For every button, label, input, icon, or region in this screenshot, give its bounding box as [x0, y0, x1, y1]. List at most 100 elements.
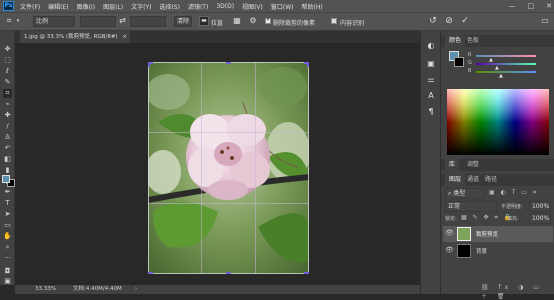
blend-mode-select[interactable]: 正常 — [445, 201, 497, 212]
content-aware-label[interactable]: 内容识别 — [340, 18, 364, 27]
screen-mode-icon[interactable]: ▣ — [3, 277, 12, 286]
layer-filter-select[interactable]: ⌕ 类型 — [445, 188, 485, 199]
opacity-input[interactable]: 100% — [529, 201, 551, 212]
brush-tool-icon[interactable]: ∕ — [3, 122, 12, 131]
image-canvas[interactable] — [148, 62, 309, 274]
quick-select-tool-icon[interactable]: ✎ — [3, 78, 12, 87]
red-slider[interactable] — [476, 55, 536, 57]
minimize-button[interactable]: — — [509, 2, 516, 10]
marquee-tool-icon[interactable]: ⬚ — [3, 56, 12, 65]
commit-check-icon[interactable]: ✓ — [460, 16, 470, 26]
tab-color[interactable]: 颜色 — [445, 35, 466, 47]
status-arrow-icon[interactable]: › — [135, 285, 137, 294]
menu-edit[interactable]: 编辑(E) — [48, 2, 68, 11]
path-select-tool-icon[interactable]: ➤ — [3, 210, 12, 219]
background-swatch[interactable] — [454, 57, 464, 67]
hand-tool-icon[interactable]: ✋ — [3, 232, 12, 241]
eraser-tool-icon[interactable]: ◧ — [3, 155, 12, 164]
tab-layers[interactable]: 图层 — [445, 174, 466, 186]
layer-filter-icons[interactable]: ▣ ◐ T ▭ ⌗ — [489, 189, 538, 197]
move-tool-icon[interactable]: ✥ — [3, 45, 12, 54]
opacity-label: 不透明度: — [501, 204, 523, 210]
lasso-tool-icon[interactable]: ℓ — [3, 67, 12, 76]
clear-button[interactable]: 清除 — [174, 16, 192, 27]
lock-icons[interactable]: ▦ ✎ ✥ ⌗ 🔒 — [461, 214, 513, 222]
type-tool-icon[interactable]: T — [3, 199, 12, 208]
library-panel-tabs: 库 调整 — [441, 159, 554, 171]
workspace-icon[interactable]: ▭ — [540, 16, 550, 26]
menu-help[interactable]: 帮助(H) — [302, 2, 323, 11]
color-panel-tabs: 颜色 色板 — [441, 35, 554, 47]
tab-adjustments[interactable]: 调整 — [463, 159, 483, 171]
menu-3d[interactable]: 3D(D) — [216, 3, 234, 10]
more-tools-icon[interactable]: ··· — [3, 254, 12, 263]
healing-tool-icon[interactable]: ✚ — [3, 111, 12, 120]
visibility-eye-icon[interactable]: 👁 — [445, 229, 454, 237]
menu-filter[interactable]: 滤镜(T) — [188, 2, 208, 11]
width-input[interactable] — [80, 16, 116, 27]
close-tab-icon[interactable]: × — [122, 34, 127, 40]
layer-row-crop-preview[interactable]: 👁 裁剪预览 — [443, 226, 553, 242]
menu-type[interactable]: 文字(Y) — [131, 2, 151, 11]
menu-layer[interactable]: 图层(L) — [103, 2, 123, 11]
straighten-label[interactable]: 拉直 — [211, 18, 223, 27]
brush-settings-icon[interactable]: ⚌ — [426, 75, 436, 85]
zoom-tool-icon[interactable]: ⌕ — [3, 243, 12, 252]
window-controls: — □ ✕ — [509, 0, 553, 12]
maximize-button[interactable]: □ — [528, 2, 535, 10]
visibility-eye-icon[interactable]: 👁 — [445, 246, 454, 254]
green-slider-thumb-icon[interactable]: ▲ — [495, 65, 499, 71]
zoom-level[interactable]: 33.33% — [35, 285, 56, 294]
crop-tool-icon[interactable]: ⌗ — [4, 16, 14, 26]
reset-icon[interactable]: ↺ — [428, 16, 438, 26]
collapsed-panels-strip: ◐ ▣ ⚌ A ¶ — [420, 31, 440, 294]
overlay-grid-icon[interactable]: ▦ — [232, 16, 242, 26]
document-info: 文档:4.40M/4.40M — [73, 286, 122, 292]
menu-file[interactable]: 文件(F) — [20, 2, 40, 11]
history-brush-tool-icon[interactable]: ↶ — [3, 144, 12, 153]
chevron-down-icon[interactable]: ▾ — [15, 16, 21, 26]
close-window-button[interactable]: ✕ — [546, 2, 552, 10]
blue-slider[interactable] — [476, 71, 536, 73]
character-panel-icon[interactable]: A — [426, 91, 436, 101]
straighten-icon[interactable]: ▬ — [199, 16, 209, 26]
height-input[interactable] — [130, 16, 166, 27]
menu-image[interactable]: 图像(I) — [77, 2, 95, 11]
paragraph-panel-icon[interactable]: ¶ — [426, 107, 436, 117]
foreground-color-swatch[interactable] — [2, 175, 10, 183]
gear-icon[interactable]: ⚙ — [248, 16, 258, 26]
green-slider[interactable] — [476, 63, 536, 65]
delete-cropped-label[interactable]: 删除裁剪的像素 — [273, 18, 315, 27]
crop-tool-active-icon[interactable]: ⌗ — [3, 89, 12, 98]
document-tab-title: 1.jpg @ 33.3% (裁剪预览, RGB/8#) — [24, 34, 118, 40]
layer-row-background[interactable]: 👁 背景 — [443, 243, 553, 259]
tab-paths[interactable]: 路径 — [481, 174, 501, 186]
menu-select[interactable]: 选择(S) — [159, 2, 180, 11]
layer-name[interactable]: 背景 — [476, 247, 487, 255]
clone-stamp-tool-icon[interactable]: ♙ — [3, 133, 12, 142]
layer-name[interactable]: 裁剪预览 — [476, 230, 498, 238]
menu-window[interactable]: 窗口(W) — [271, 2, 294, 11]
menu-view[interactable]: 视图(V) — [242, 2, 263, 11]
document-tab[interactable]: 1.jpg @ 33.3% (裁剪预览, RGB/8#) × — [20, 31, 130, 43]
tab-libraries[interactable]: 库 — [445, 159, 460, 171]
tab-channels[interactable]: 通道 — [463, 174, 483, 186]
gradient-tool-icon[interactable]: ▮ — [3, 166, 12, 175]
lock-label: 锁定: — [445, 216, 457, 222]
properties-panel-icon[interactable]: ▣ — [426, 59, 436, 69]
blue-slider-thumb-icon[interactable]: ▲ — [499, 73, 503, 79]
eyedropper-tool-icon[interactable]: ⌁ — [3, 100, 12, 109]
quick-mask-icon[interactable]: ◘ — [3, 267, 12, 276]
delete-cropped-checkbox[interactable]: ✓ — [265, 16, 271, 24]
pen-tool-icon[interactable]: ✒ — [3, 188, 12, 197]
swap-icon[interactable]: ⇄ — [118, 16, 127, 26]
tab-swatches[interactable]: 色板 — [463, 35, 483, 47]
fill-input[interactable]: 100% — [529, 213, 551, 224]
ratio-select[interactable]: 比例 — [33, 16, 75, 27]
layers-footer-icons[interactable]: ⛓ fx ◑ ▭ ＋ 🗑 — [481, 284, 554, 300]
history-panel-icon[interactable]: ◐ — [426, 41, 436, 51]
shape-tool-icon[interactable]: ▭ — [3, 221, 12, 230]
red-slider-thumb-icon[interactable]: ▲ — [489, 57, 493, 63]
cancel-icon[interactable]: ⊘ — [444, 16, 454, 26]
content-aware-checkbox[interactable] — [331, 18, 337, 24]
